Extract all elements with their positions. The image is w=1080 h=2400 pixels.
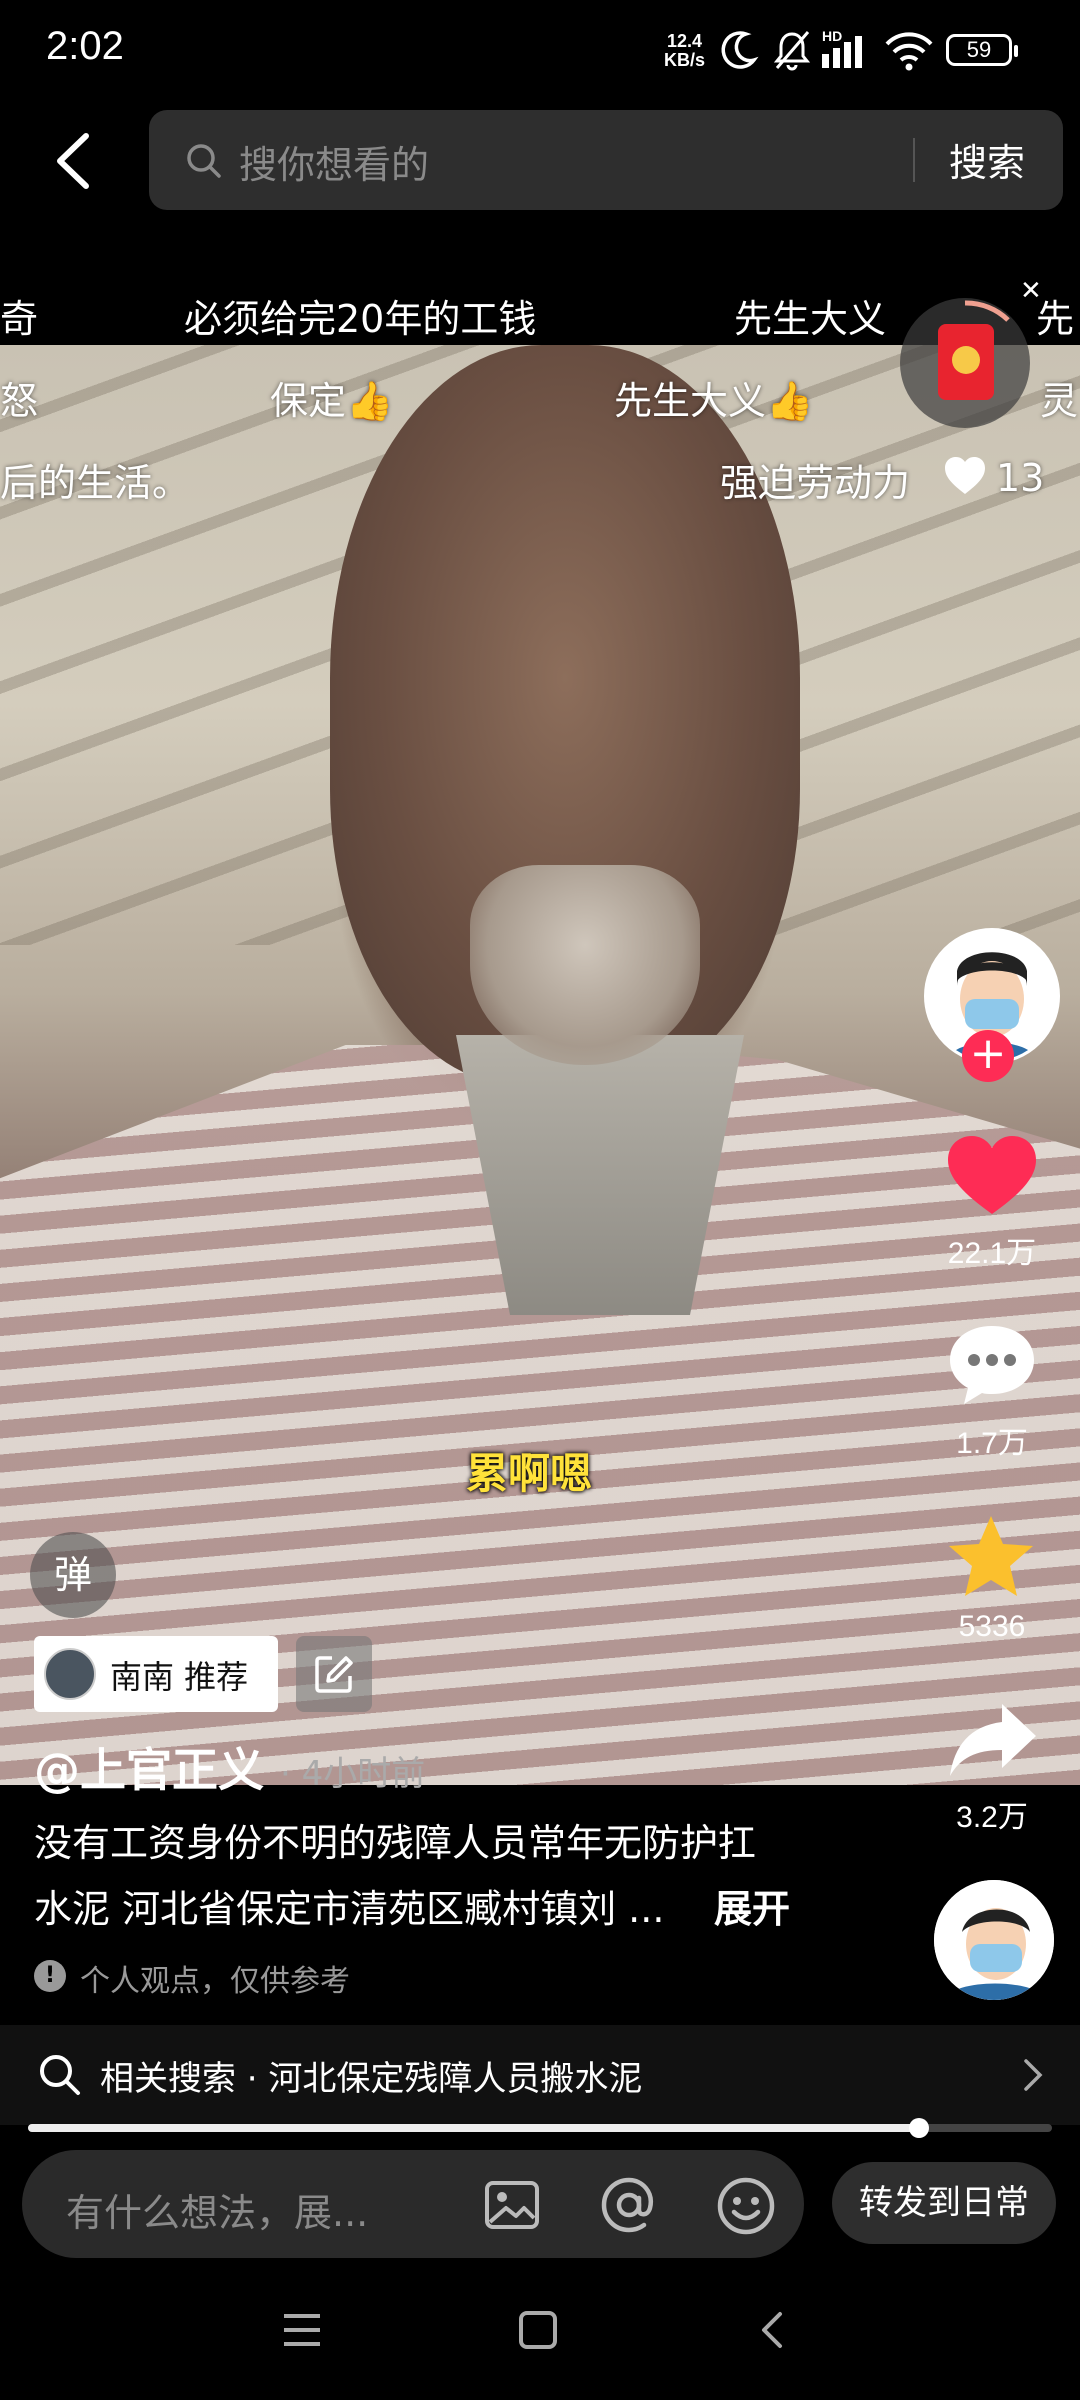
music-disc-avatar[interactable] <box>934 1880 1054 2000</box>
share-icon[interactable] <box>946 1700 1038 1780</box>
author-name[interactable]: @上官正义 <box>34 1734 264 1800</box>
follow-button[interactable]: + <box>962 1030 1014 1082</box>
danmaku-comment: 先生大义👍 <box>614 379 814 423</box>
network-speed-unit: KB/s <box>664 50 706 70</box>
comment-input[interactable]: 有什么想法，展... <box>22 2150 804 2258</box>
disclaimer-text: 个人观点，仅供参考 <box>80 1964 350 1999</box>
video-beard <box>470 865 700 1065</box>
video-progress-bar[interactable] <box>28 2118 1052 2138</box>
comment-icon[interactable] <box>946 1322 1038 1408</box>
avatar-face-icon <box>934 1880 1054 2000</box>
signal-icon <box>822 36 862 68</box>
menu-nav-icon[interactable] <box>280 2308 324 2352</box>
recommend-text: 南南 推荐 <box>110 1658 249 1696</box>
video-player[interactable] <box>0 345 1080 1785</box>
share-count: 3.2万 <box>956 1801 1028 1834</box>
status-time: 2:02 <box>46 24 124 68</box>
related-search-text: 相关搜索 · 河北保定残障人员搬水泥 <box>100 2059 643 2099</box>
post-description-line: 水泥 河北省保定市清苑区臧村镇刘 ... <box>34 1887 665 1931</box>
danmaku-comment: 后的生活。 <box>0 461 191 505</box>
edit-icon <box>315 1656 353 1693</box>
favorite-star-icon[interactable] <box>944 1512 1038 1602</box>
home-nav-icon[interactable] <box>516 2308 560 2352</box>
like-icon[interactable] <box>944 1132 1040 1218</box>
video-subtitle: 累啊嗯 <box>466 1449 593 1498</box>
back-button[interactable] <box>44 126 104 196</box>
close-widget-icon[interactable]: ✕ <box>1020 276 1042 306</box>
moon-icon <box>721 31 759 69</box>
danmaku-comment: 强迫劳动力 <box>720 461 911 505</box>
mention-icon[interactable] <box>600 2176 658 2234</box>
danmaku-heart-icon[interactable] <box>942 454 988 496</box>
recommend-chip[interactable]: 南南 推荐 <box>34 1636 278 1712</box>
danmaku-comment: 奇 <box>0 297 39 341</box>
edit-button[interactable] <box>296 1636 372 1712</box>
network-speed-value: 12.4 <box>666 31 703 51</box>
wifi-icon <box>885 32 933 71</box>
post-description-line: 没有工资身份不明的残障人员常年无防护扛 <box>34 1821 757 1865</box>
red-envelope-widget[interactable] <box>900 298 1030 428</box>
info-icon: ! <box>34 1960 66 1992</box>
danmaku-comment: 怒 <box>0 379 39 423</box>
mute-bell-icon <box>773 31 811 71</box>
search-divider <box>913 138 915 182</box>
search-button[interactable]: 搜索 <box>949 132 1025 187</box>
danmaku-comment: 灵 <box>1040 379 1079 423</box>
danmaku-comment: 先生大义 <box>734 297 887 341</box>
danmaku-comment: 保定👍 <box>270 379 394 423</box>
search-icon <box>187 144 221 178</box>
related-search-bar[interactable]: 相关搜索 · 河北保定残障人员搬水泥 <box>0 2025 1080 2125</box>
search-bar[interactable]: 搜你想看的 搜索 <box>149 110 1063 210</box>
progress-fill <box>28 2124 919 2132</box>
danmaku-toggle-button[interactable]: 弹 <box>30 1532 116 1618</box>
chevron-right-icon <box>1024 2059 1043 2091</box>
emoji-icon[interactable] <box>716 2176 776 2236</box>
image-icon[interactable] <box>484 2180 540 2230</box>
back-nav-icon[interactable] <box>754 2308 790 2352</box>
danmaku-like-count: 13 <box>996 456 1045 500</box>
danmaku-comment: 必须给完20年的工钱 <box>184 297 537 341</box>
battery-indicator: 59 <box>946 34 1018 66</box>
favorite-count: 5336 <box>958 1610 1026 1643</box>
post-time: · 4小时前 <box>280 1754 426 1794</box>
network-speed: 12.4 KB/s <box>664 32 705 70</box>
expand-button[interactable]: 展开 <box>714 1878 790 1933</box>
progress-handle[interactable] <box>908 2118 929 2138</box>
recommender-avatar <box>44 1648 96 1700</box>
search-input[interactable]: 搜你想看的 <box>239 134 429 189</box>
red-envelope-icon <box>938 324 994 400</box>
comment-count: 1.7万 <box>956 1427 1028 1460</box>
status-bar: 2:02 12.4 KB/s HD 59 <box>0 0 1080 100</box>
search-icon <box>40 2055 80 2095</box>
share-to-daily-button[interactable]: 转发到日常 <box>832 2162 1056 2244</box>
comment-placeholder: 有什么想法，展... <box>66 2191 369 2235</box>
like-count: 22.1万 <box>947 1237 1037 1270</box>
